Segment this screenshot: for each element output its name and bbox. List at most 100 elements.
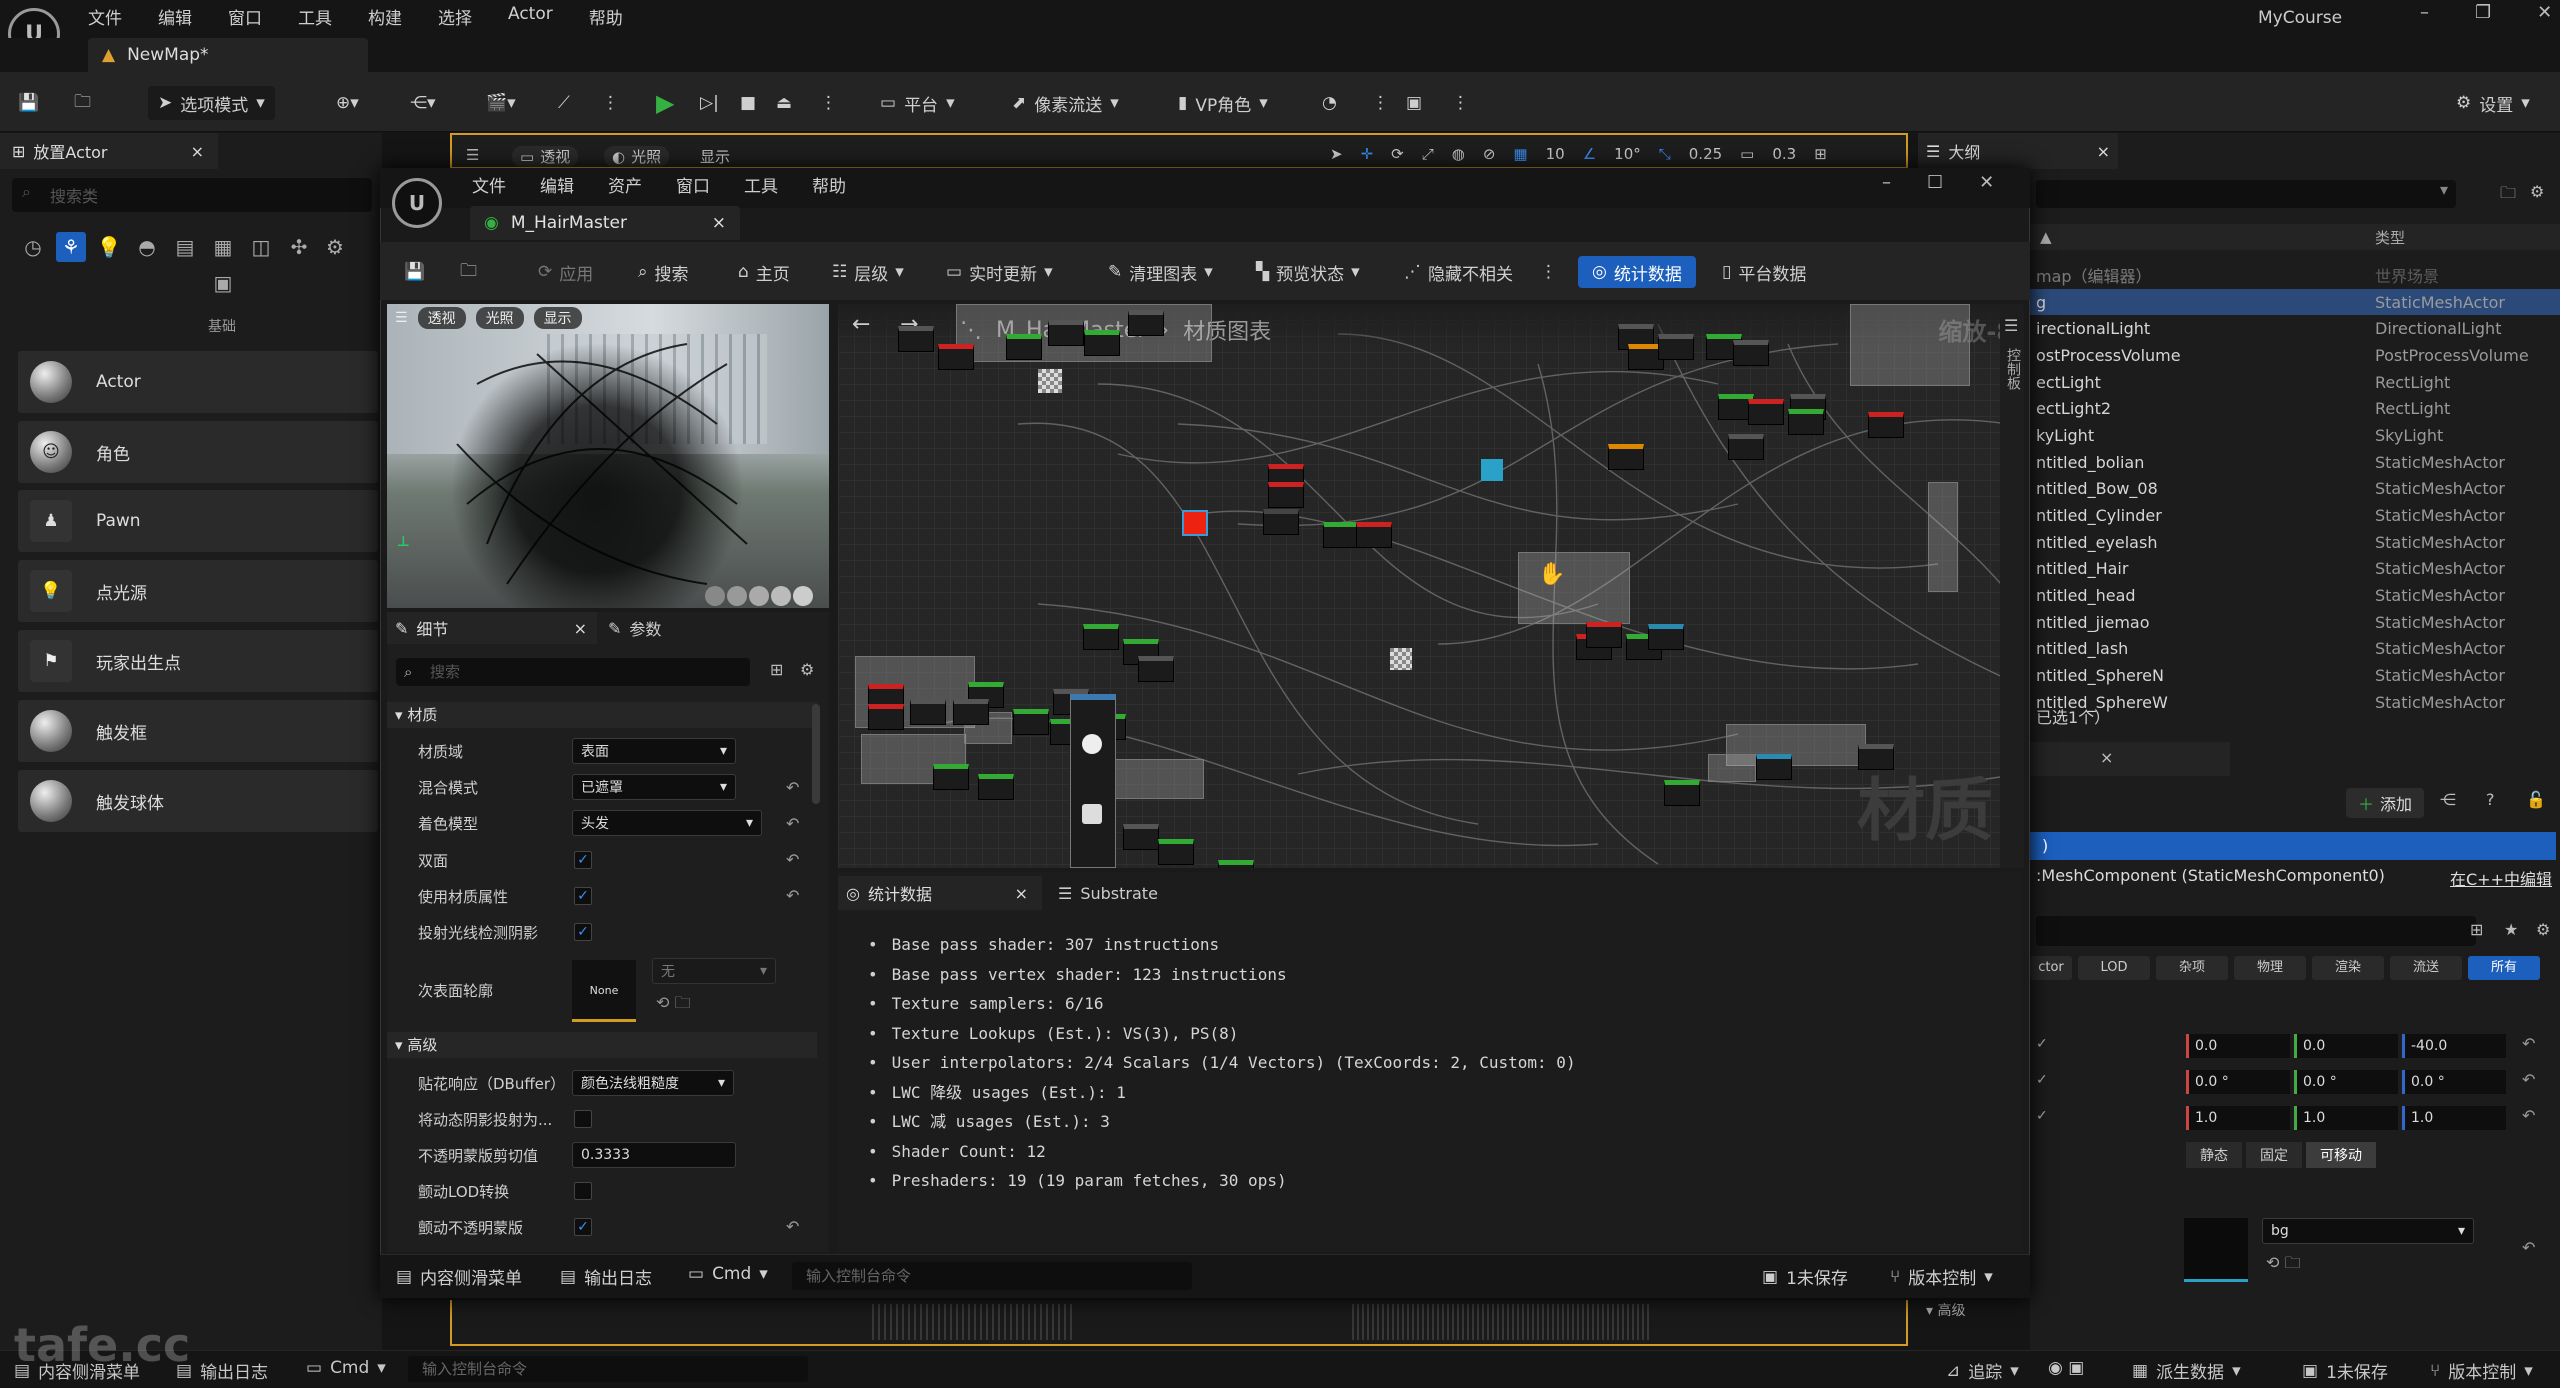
search-button[interactable]: ⌕ 搜索	[638, 256, 689, 288]
sphere-shape-icon[interactable]	[727, 586, 747, 606]
material-expression-node[interactable]	[1123, 824, 1159, 850]
material-expression-node[interactable]	[1658, 334, 1694, 360]
table-icon[interactable]: ⊞	[2470, 920, 2483, 939]
back-arrow-icon[interactable]: ←	[852, 312, 870, 337]
more-icon[interactable]: ⋮	[1452, 86, 1469, 120]
shapes-icon[interactable]: ◓	[132, 232, 162, 262]
add-folder-icon[interactable]: 🗀	[2500, 182, 2516, 209]
selected-constant-node[interactable]	[1182, 510, 1208, 536]
translate-tool-icon[interactable]: ✛	[1361, 145, 1374, 163]
eject-icon[interactable]: ⏏	[776, 86, 792, 120]
details-tab[interactable]: ✎ 细节 ×	[387, 612, 597, 644]
subsurface-profile-thumbnail[interactable]: None	[572, 960, 636, 1022]
vector-param-node[interactable]	[1481, 459, 1503, 481]
comment-box[interactable]	[1518, 552, 1630, 624]
palette-icon[interactable]: ☰	[2004, 316, 2018, 335]
outliner-row[interactable]: ntitled_SphereN StaticMeshActor	[2030, 662, 2560, 689]
scale-tool-icon[interactable]: ⤢	[1422, 145, 1434, 163]
material-expression-node[interactable]	[978, 774, 1014, 800]
lights-icon[interactable]: 💡	[94, 232, 124, 262]
unsaved-button[interactable]: ▣ 1未保存	[2302, 1358, 2388, 1384]
close-icon[interactable]: ×	[2100, 748, 2113, 767]
camera-speed-value[interactable]: 0.3	[1772, 145, 1796, 163]
scale-snap-icon[interactable]: ⤡	[1659, 145, 1671, 163]
actor-item-pawn[interactable]: ♟ Pawn	[18, 490, 378, 552]
preview-state-dropdown[interactable]: ▚ 预览状态 ▾	[1256, 256, 1360, 288]
mobility-stationary[interactable]: 固定	[2246, 1142, 2302, 1168]
revision-control-button[interactable]: ⑂ 版本控制 ▾	[1890, 1264, 1993, 1290]
save-icon[interactable]: 💾	[18, 86, 39, 120]
outliner-row[interactable]: ntitled_jiemao StaticMeshActor	[2030, 609, 2560, 636]
close-icon[interactable]: ✕	[1979, 172, 1994, 193]
scale-field[interactable]: 1.0	[2402, 1106, 2506, 1130]
more-icon[interactable]: ⋮	[1540, 256, 1557, 288]
gear-icon[interactable]: ⚙	[2530, 182, 2544, 201]
material-expression-node[interactable]	[1648, 624, 1684, 650]
gear-icon[interactable]: ⚙	[800, 660, 814, 679]
actor-item-trigger-sphere[interactable]: 触发球体	[18, 770, 378, 832]
plane-shape-icon[interactable]	[749, 586, 769, 606]
menu-build[interactable]: 构建	[368, 4, 402, 29]
scale-field[interactable]: 1.0	[2294, 1106, 2398, 1130]
scale-field[interactable]: 1.0	[2186, 1106, 2290, 1130]
maximize-icon[interactable]: ☐	[1927, 172, 1943, 193]
outliner-row[interactable]: ntitled_eyelash StaticMeshActor	[2030, 529, 2560, 556]
advanced-expander[interactable]: ▾ 高级	[1926, 1300, 1965, 1320]
details-search[interactable]	[2036, 916, 2476, 946]
details-search-input[interactable]: ⌕ 搜索	[396, 658, 750, 686]
rotation-field[interactable]: 0.0 °	[2294, 1070, 2398, 1094]
minimize-icon[interactable]: –	[1882, 172, 1891, 193]
step-icon[interactable]: ▷|	[700, 86, 719, 120]
material-expression-node[interactable]	[1263, 509, 1299, 535]
cast-ray-traced-shadows-checkbox[interactable]: ✓	[574, 923, 592, 941]
outliner-row[interactable]: ntitled_Hair StaticMeshActor	[2030, 556, 2560, 583]
material-expression-node[interactable]	[953, 699, 989, 725]
output-log-button[interactable]: ▤ 输出日志	[560, 1264, 652, 1290]
menu-select[interactable]: 选择	[438, 4, 472, 29]
pixel-streaming-dropdown[interactable]: ⬈ 像素流送 ▾	[1012, 86, 1119, 120]
outliner-tab[interactable]: ☰ 大纲 ×	[1918, 133, 2118, 169]
details-filter-tab[interactable]: 所有	[2468, 956, 2540, 980]
select-tool-icon[interactable]: ➤	[1330, 145, 1343, 163]
reset-icon[interactable]: ↶	[786, 1217, 799, 1236]
place-actors-search[interactable]: ⌕ 搜索类	[12, 178, 372, 212]
close-icon[interactable]: ✕	[2537, 2, 2552, 23]
material-expression-node[interactable]	[1586, 622, 1622, 648]
selected-component-row[interactable]: )	[2030, 832, 2556, 860]
material-expression-node[interactable]	[910, 699, 946, 725]
actor-item-player-start[interactable]: ⚑ 玩家出生点	[18, 630, 378, 692]
outliner-row[interactable]: ntitled_Bow_08 StaticMeshActor	[2030, 476, 2560, 503]
palette-tab[interactable]: 控制板	[2003, 348, 2023, 390]
material-expression-node[interactable]	[1868, 412, 1904, 438]
material-domain-combo[interactable]: 表面 ▾	[572, 738, 736, 764]
close-icon[interactable]: ×	[574, 619, 587, 638]
tab-newmap[interactable]: ▲ NewMap*	[88, 38, 368, 72]
preview-show-button[interactable]: 显示	[533, 307, 582, 329]
rotation-field[interactable]: 0.0 °	[2186, 1070, 2290, 1094]
dither-lod-checkbox[interactable]	[574, 1182, 592, 1200]
lock-icon[interactable]: 🔓	[2526, 790, 2546, 809]
viewport-lit-button[interactable]: ◐ 光照	[604, 146, 670, 167]
gear-icon[interactable]: ⚙	[2536, 920, 2550, 939]
mesh-thumbnail[interactable]	[2184, 1218, 2248, 1282]
material-expression-node[interactable]	[1733, 340, 1769, 366]
material-expression-node[interactable]	[1048, 320, 1084, 346]
details-filter-tab[interactable]: 流送	[2390, 956, 2462, 980]
viewport-perspective-button[interactable]: ▭ 透视	[512, 146, 579, 167]
stats-tab[interactable]: ◎ 统计数据 ×	[838, 876, 1042, 910]
use-material-attributes-checkbox[interactable]: ✓	[574, 887, 592, 905]
basic-category-icon[interactable]: ⚘	[56, 232, 86, 262]
menu-edit[interactable]: 编辑	[158, 4, 192, 29]
material-expression-node[interactable]	[1788, 409, 1824, 435]
close-icon[interactable]: ×	[191, 142, 204, 161]
menu-window[interactable]: 窗口	[676, 172, 710, 197]
menu-file[interactable]: 文件	[88, 4, 122, 29]
geometry-extra-icon[interactable]: ▣	[208, 268, 238, 298]
unreal-logo-icon[interactable]: U	[392, 178, 442, 228]
outliner-row[interactable]: ntitled_lash StaticMeshActor	[2030, 636, 2560, 663]
actor-item-trigger-box[interactable]: 触发框	[18, 700, 378, 762]
reset-icon[interactable]: ↶	[786, 814, 799, 833]
close-icon[interactable]: ×	[1015, 884, 1028, 903]
revision-control-button[interactable]: ⑂ 版本控制 ▾	[2430, 1358, 2533, 1384]
hide-unrelated-button[interactable]: ⋰ 隐藏不相关	[1404, 256, 1513, 288]
